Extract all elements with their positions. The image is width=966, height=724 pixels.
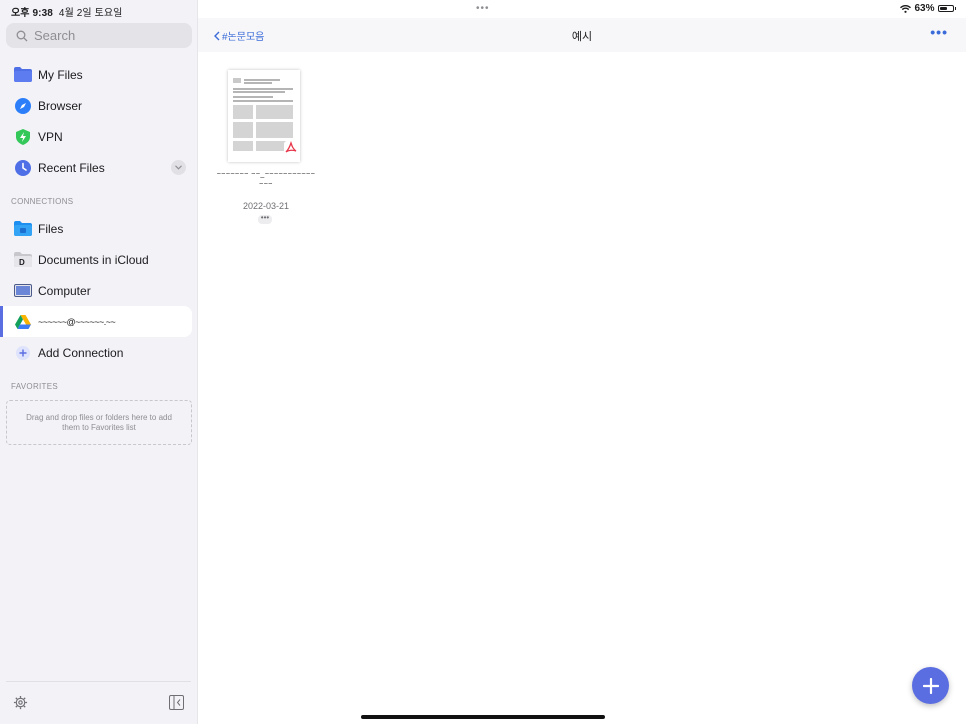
page-title: 예시	[571, 31, 593, 43]
status-time-text: 오후 9:38	[11, 8, 53, 19]
search-icon	[16, 30, 28, 41]
compass-icon	[14, 97, 32, 115]
sidebar-item-computer[interactable]: Computer	[0, 275, 192, 306]
sidebar-item-label: Computer	[38, 283, 91, 298]
battery-icon	[937, 5, 954, 12]
pdf-icon	[284, 140, 298, 160]
svg-text:D: D	[19, 258, 25, 267]
chevron-down-icon[interactable]	[171, 160, 186, 175]
sidebar-item-vpn[interactable]: VPN	[0, 121, 192, 152]
sidebar-collapse-icon	[169, 695, 184, 710]
home-indicator[interactable]	[361, 715, 605, 719]
sidebar-item-label: ~~~~~~@~~~~~~.~~	[38, 316, 116, 327]
sidebar-item-google-drive[interactable]: ~~~~~~@~~~~~~.~~	[0, 306, 192, 337]
sidebar-item-files[interactable]: Files	[0, 213, 192, 244]
folder-icon	[14, 66, 32, 84]
status-bar: 오후 9:38 4월 2일 토요일 ••• 63%	[0, 0, 966, 19]
wifi-icon	[900, 4, 912, 13]
sidebar-item-recent-files[interactable]: Recent Files	[0, 152, 192, 183]
plus-icon	[922, 677, 939, 694]
status-right: 63%	[900, 3, 956, 14]
sidebar-item-documents-icloud[interactable]: D Documents in iCloud	[0, 244, 192, 275]
gear-icon	[13, 695, 28, 710]
settings-button[interactable]	[13, 695, 28, 715]
file-name: ~~~~~~~ ~~_~~~~~~~~~~~~~~	[216, 171, 316, 188]
nav-bar: #논문모음 예시 •••	[198, 18, 966, 52]
clock-icon	[14, 159, 32, 177]
sidebar-item-add-connection[interactable]: Add Connection	[0, 337, 192, 368]
sidebar: Search My Files Browser VPN Recent Files…	[0, 0, 198, 724]
sidebar-item-label: Files	[38, 221, 64, 236]
more-options-button[interactable]: •••	[930, 24, 948, 40]
sidebar-divider	[6, 681, 191, 682]
vpn-shield-icon	[14, 128, 32, 146]
battery-nub	[954, 7, 956, 10]
status-date: 4월 2일 토요일	[58, 8, 123, 19]
favorites-drop-zone[interactable]: Drag and drop files or folders here to a…	[6, 400, 192, 445]
connections-title: CONNECTIONS	[11, 197, 74, 206]
main-content: #논문모음 예시 ••• ~~~~~~~ ~~_~~~~~~~~~~~~~~ 2…	[198, 0, 966, 724]
battery-fill	[939, 7, 948, 10]
sidebar-item-label: Recent Files	[38, 160, 105, 175]
plus-circle-icon	[14, 344, 32, 362]
google-drive-icon	[14, 313, 32, 331]
sidebar-item-browser[interactable]: Browser	[0, 90, 192, 121]
search-input[interactable]: Search	[6, 23, 192, 48]
documents-app-icon: D	[14, 251, 32, 269]
laptop-icon	[14, 282, 32, 300]
favorites-title: FAVORITES	[11, 382, 59, 391]
search-placeholder: Search	[34, 28, 76, 43]
battery-percent: 63%	[914, 3, 935, 14]
sidebar-item-label: Browser	[38, 98, 83, 113]
status-time: 오후 9:38 4월 2일 토요일	[11, 4, 123, 19]
sidebar-item-label: VPN	[38, 129, 63, 144]
sidebar-item-label: Add Connection	[38, 345, 124, 360]
files-folder-icon	[14, 220, 32, 238]
collapse-sidebar-button[interactable]	[169, 695, 184, 715]
multitasking-dots[interactable]: •••	[476, 3, 490, 14]
file-date: 2022-03-21	[242, 201, 290, 211]
add-button[interactable]	[912, 667, 949, 704]
favorites-hint: Drag and drop files or folders here to a…	[26, 413, 172, 432]
file-item[interactable]: ~~~~~~~ ~~_~~~~~~~~~~~~~~ 2022-03-21 •••	[216, 66, 316, 231]
sidebar-item-label: Documents in iCloud	[38, 252, 149, 267]
sidebar-item-label: My Files	[38, 67, 83, 82]
file-more-button[interactable]: •••	[258, 214, 272, 224]
sidebar-item-my-files[interactable]: My Files	[0, 59, 192, 90]
pdf-thumbnail	[228, 70, 300, 162]
